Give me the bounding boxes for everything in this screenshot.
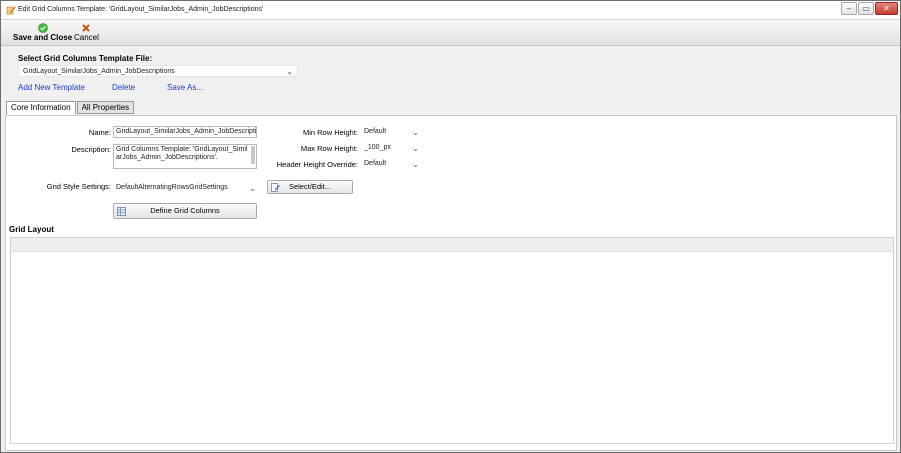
max-row-height-value: _100_px [364, 144, 391, 151]
grid-layout-header-row [11, 238, 893, 252]
chevron-down-icon: ⌄ [412, 160, 419, 169]
description-label: Description: [71, 145, 111, 154]
edit-pencil-icon [6, 6, 16, 15]
title-bar: Edit Grid Columns Template: 'GridLayout_… [1, 1, 900, 20]
grid-layout-area[interactable] [10, 237, 894, 444]
window-title: Edit Grid Columns Template: 'GridLayout_… [18, 6, 264, 13]
minimize-button[interactable]: – [841, 2, 857, 15]
select-edit-label: Select/Edit... [288, 182, 332, 191]
grid-style-settings-label: Grid Style Settings: [46, 182, 111, 191]
template-file-dropdown[interactable]: GridLayout_SimilarJobs_Admin_JobDescript… [18, 65, 298, 77]
template-file-section: Select Grid Columns Template File: GridL… [1, 47, 900, 107]
define-grid-columns-label: Define Grid Columns [150, 206, 220, 215]
max-row-height-dropdown[interactable]: _100_px ⌄ [364, 143, 419, 153]
max-row-height-label: Max Row Height: [300, 144, 358, 153]
chevron-down-icon: ⌄ [412, 144, 419, 153]
close-button[interactable]: ✕ [875, 2, 898, 15]
description-text: Grid Columns Template: 'GridLayout_Simil… [116, 146, 248, 161]
save-as-link[interactable]: Save As... [167, 83, 203, 92]
save-and-close-label: Save and Close [13, 33, 73, 42]
min-row-height-label: Min Row Height: [302, 128, 358, 137]
check-circle-icon [37, 23, 48, 33]
header-height-override-label: Header Height Override: [276, 160, 358, 169]
tab-core-information[interactable]: Core Information [6, 101, 76, 115]
select-edit-button[interactable]: Select/Edit... [267, 180, 353, 194]
add-new-template-link[interactable]: Add New Template [18, 83, 85, 92]
min-row-height-value: Default [364, 128, 387, 135]
tab-bar: Core Information All Properties [6, 101, 135, 115]
description-textarea[interactable]: Grid Columns Template: 'GridLayout_Simil… [113, 144, 257, 169]
template-file-value: GridLayout_SimilarJobs_Admin_JobDescript… [23, 68, 175, 75]
minimize-icon: – [846, 4, 852, 13]
grid-columns-icon [117, 207, 126, 216]
name-label: Name: [88, 128, 111, 137]
grid-layout-heading: Grid Layout [9, 225, 54, 234]
min-row-height-dropdown[interactable]: Default ⌄ [364, 127, 419, 137]
grid-style-settings-dropdown[interactable]: DefaultAlternatingRowsGridSettings ⌄ [116, 183, 256, 193]
restore-button[interactable]: ▭ [858, 2, 874, 15]
restore-icon: ▭ [862, 4, 870, 13]
toolbar: Save and Close Cancel [1, 20, 900, 46]
cancel-x-icon [82, 24, 91, 32]
chevron-down-icon: ⌄ [249, 184, 256, 193]
chevron-down-icon: ⌄ [286, 67, 293, 76]
edit-grid-columns-window: Edit Grid Columns Template: 'GridLayout_… [0, 0, 901, 453]
name-input[interactable]: GridLayout_SimilarJobs_Admin_JobDescript… [113, 126, 257, 138]
window-controls: – ▭ ✕ [840, 2, 898, 15]
close-icon: ✕ [883, 4, 890, 13]
header-height-override-dropdown[interactable]: Default ⌄ [364, 159, 419, 169]
chevron-down-icon: ⌄ [412, 128, 419, 137]
cancel-button[interactable]: Cancel [74, 23, 99, 42]
cancel-label: Cancel [74, 33, 99, 42]
document-edit-icon [271, 183, 280, 192]
save-and-close-button[interactable]: Save and Close [13, 23, 72, 42]
tab-all-properties[interactable]: All Properties [76, 101, 135, 114]
define-grid-columns-button[interactable]: Define Grid Columns [113, 203, 257, 219]
select-template-file-label: Select Grid Columns Template File: [18, 54, 153, 63]
delete-link[interactable]: Delete [112, 83, 135, 92]
grid-style-settings-value: DefaultAlternatingRowsGridSettings [116, 184, 228, 191]
header-height-override-value: Default [364, 160, 387, 167]
